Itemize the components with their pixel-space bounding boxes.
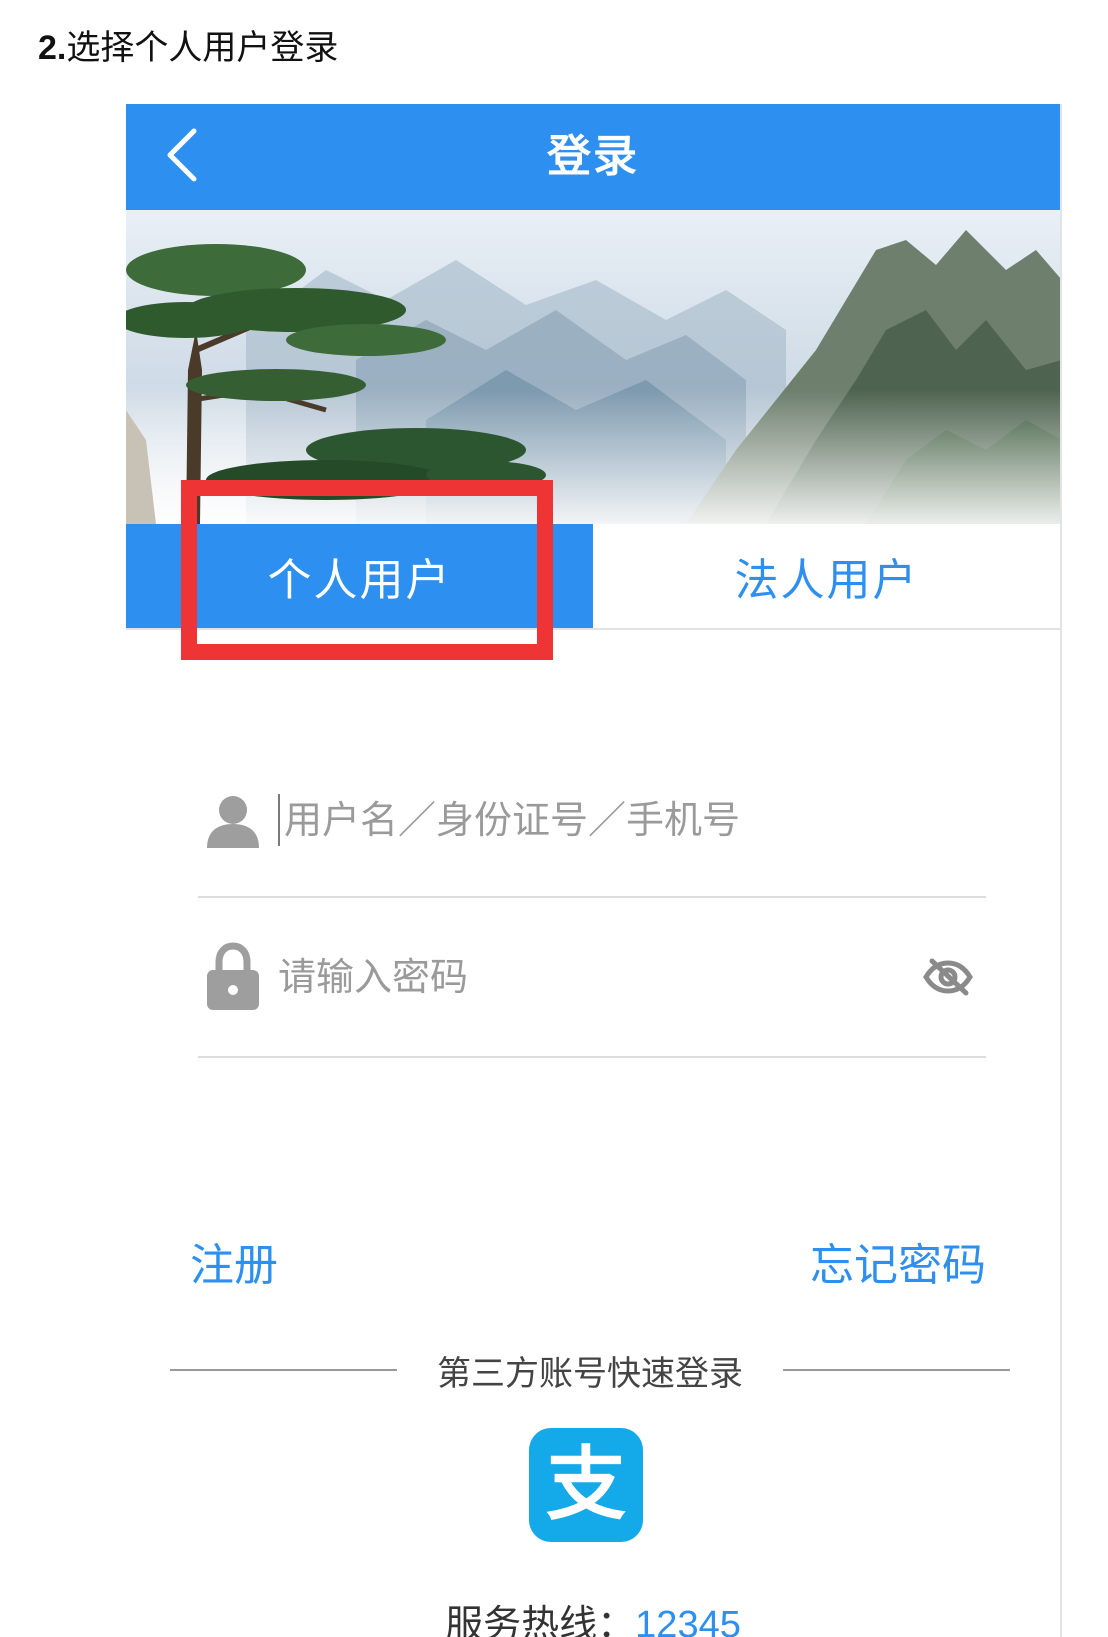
divider-line-left [170, 1369, 397, 1371]
third-party-label: 第三方账号快速登录 [437, 1353, 743, 1394]
username-field [198, 744, 986, 898]
user-icon [200, 787, 266, 853]
user-type-tabs: 个人用户 法人用户 [126, 524, 1060, 630]
phone-screen: 登录 个人用户 法人用户 用户名／身份证号／手机号 注册 忘记密码 第三方账号快… [126, 104, 1062, 1637]
page-title: 登录 [547, 131, 639, 182]
lock-icon [200, 942, 266, 1010]
tab-personal-user[interactable]: 个人用户 [126, 524, 593, 628]
third-party-divider: 第三方账号快速登录 [170, 1340, 1010, 1400]
password-field [198, 898, 986, 1058]
forgot-password-link[interactable]: 忘记密码 [810, 1236, 986, 1296]
eye-off-icon[interactable] [916, 945, 980, 1009]
tab-label: 法人用户 [734, 555, 919, 606]
alipay-icon: 支 [546, 1438, 626, 1531]
text-caret [278, 794, 280, 846]
divider-line-right [783, 1369, 1010, 1371]
step-heading: 2.选择个人用户登录 [38, 22, 338, 74]
app-bar: 登录 [126, 104, 1060, 210]
banner-image [126, 210, 1060, 524]
alipay-login-button[interactable]: 支 [529, 1428, 643, 1542]
step-number: 2. [38, 29, 67, 67]
username-input[interactable] [284, 790, 986, 850]
tab-legal-user[interactable]: 法人用户 [593, 524, 1060, 628]
tab-label: 个人用户 [267, 555, 452, 606]
password-input[interactable] [278, 947, 916, 1007]
hotline-number[interactable]: 12345 [635, 1604, 741, 1637]
service-hotline: 服务热线：12345 [126, 1596, 1060, 1637]
step-text: 选择个人用户登录 [66, 28, 339, 68]
hotline-label: 服务热线： [445, 1602, 636, 1637]
register-link[interactable]: 注册 [190, 1236, 278, 1296]
